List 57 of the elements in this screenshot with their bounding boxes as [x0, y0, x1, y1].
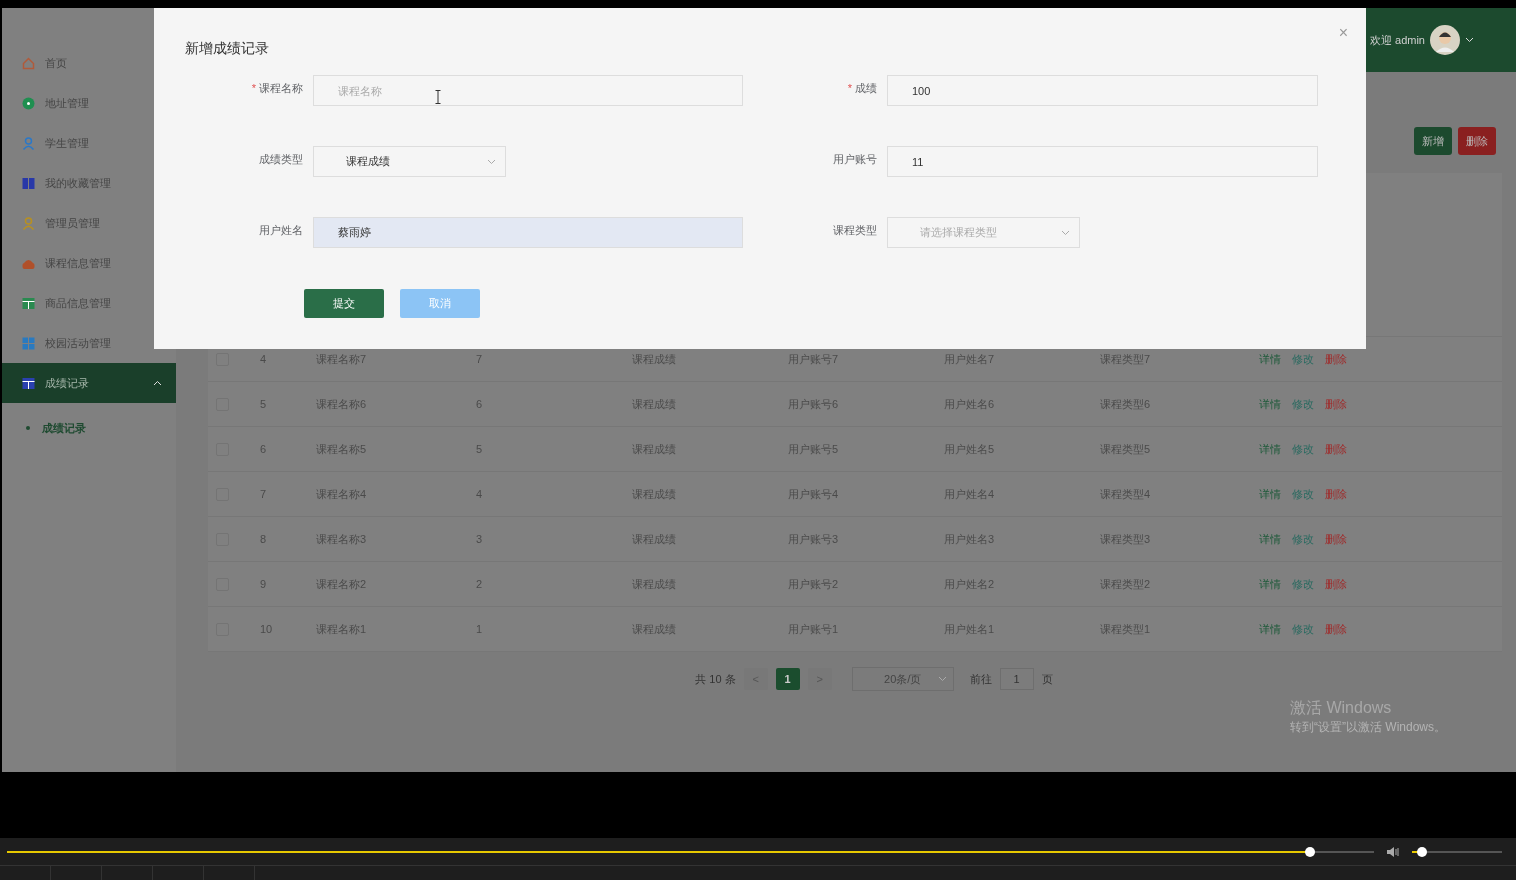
- field-label: 课程类型: [832, 223, 878, 238]
- details-link[interactable]: 详情: [1259, 441, 1281, 457]
- details-link[interactable]: 详情: [1259, 531, 1281, 547]
- edit-link[interactable]: 修改: [1292, 576, 1314, 592]
- select-field[interactable]: 请选择课程类型: [887, 217, 1080, 248]
- delete-link[interactable]: 删除: [1325, 396, 1347, 412]
- welcome-text: 欢迎 admin: [1369, 32, 1425, 48]
- total-count: 共 10 条: [695, 671, 736, 687]
- field-label: 用户姓名: [258, 223, 304, 238]
- details-link[interactable]: 详情: [1259, 396, 1281, 412]
- edit-link[interactable]: 修改: [1292, 441, 1314, 457]
- caret-icon: [1465, 37, 1474, 43]
- field-label: 成绩类型: [258, 152, 304, 167]
- caret-icon: [153, 380, 162, 386]
- menu-item[interactable]: 成绩记录: [2, 363, 176, 403]
- submit-button[interactable]: 提交: [304, 289, 384, 318]
- details-link[interactable]: 详情: [1259, 351, 1281, 367]
- delete-link[interactable]: 删除: [1325, 486, 1347, 502]
- slider-thumb[interactable]: [1416, 846, 1427, 857]
- delete-link[interactable]: 删除: [1325, 621, 1347, 637]
- slider-thumb[interactable]: [1304, 846, 1315, 857]
- details-link[interactable]: 详情: [1259, 576, 1281, 592]
- delete-link[interactable]: 删除: [1325, 531, 1347, 547]
- select-field[interactable]: 课程成绩: [313, 146, 506, 177]
- input-field[interactable]: 11: [887, 146, 1318, 177]
- delete-link[interactable]: 删除: [1325, 351, 1347, 367]
- input-field[interactable]: 蔡雨婷: [313, 217, 743, 248]
- submenu-item[interactable]: 成绩记录: [2, 403, 176, 453]
- edit-link[interactable]: 修改: [1292, 351, 1314, 367]
- add-button[interactable]: 新增: [1414, 127, 1452, 155]
- cancel-button[interactable]: 取消: [400, 289, 480, 318]
- page-button[interactable]: 1: [775, 668, 800, 690]
- page-suffix: 页: [1041, 671, 1053, 687]
- field-label: * 课程名称: [250, 81, 304, 96]
- close-button[interactable]: ×: [1334, 24, 1352, 42]
- speaker-icon: [1386, 845, 1400, 858]
- edit-link[interactable]: 修改: [1292, 486, 1314, 502]
- input-field[interactable]: 课程名称: [313, 75, 743, 106]
- caret-icon: [937, 676, 947, 682]
- field-label: * 成绩: [846, 81, 878, 96]
- edit-link[interactable]: 修改: [1292, 621, 1314, 637]
- delete-link[interactable]: 删除: [1325, 441, 1347, 457]
- delete-button[interactable]: 删除: [1458, 127, 1496, 155]
- edit-link[interactable]: 修改: [1292, 531, 1314, 547]
- edit-link[interactable]: 修改: [1292, 396, 1314, 412]
- text-cursor-icon: [435, 90, 441, 104]
- details-link[interactable]: 详情: [1259, 621, 1281, 637]
- input-field[interactable]: 100: [887, 75, 1318, 106]
- dialog-title: 新增成绩记录: [185, 40, 270, 58]
- caret-icon: [1061, 230, 1070, 236]
- caret-icon: [487, 159, 496, 165]
- delete-link[interactable]: 删除: [1325, 576, 1347, 592]
- field-label: 用户账号: [832, 152, 878, 167]
- avatar-icon[interactable]: [1430, 25, 1460, 55]
- page-input[interactable]: 1: [999, 668, 1034, 690]
- details-link[interactable]: 详情: [1259, 486, 1281, 502]
- goto-label: 前往: [969, 671, 992, 687]
